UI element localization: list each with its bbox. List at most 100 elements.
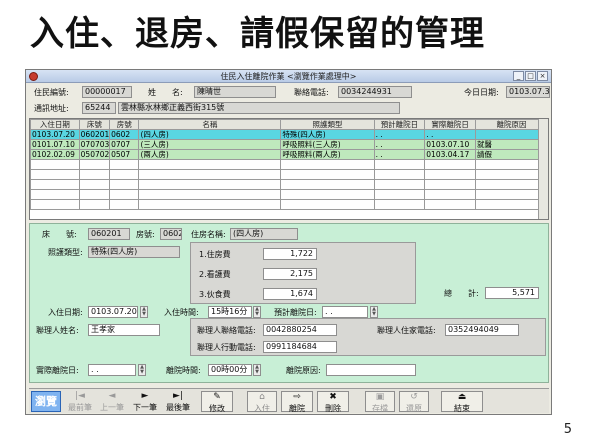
table-cell: 0102.02.09: [30, 149, 80, 160]
restore-button[interactable]: ↺ 還原: [399, 391, 429, 413]
table-row[interactable]: 0101.07.10 070703 0707 (三人房) 呼吸照料(三人房) .…: [30, 139, 548, 150]
table-cell: 0602: [109, 129, 140, 140]
next-record-icon: ►: [141, 391, 149, 401]
edit-button[interactable]: ✎ 修改: [201, 391, 233, 413]
today-label: 今日日期:: [464, 88, 499, 97]
column-header[interactable]: 入住日期: [30, 119, 80, 130]
phone-field[interactable]: 0034244931: [338, 86, 412, 98]
contact-name-label: 聯理人姓名:: [36, 326, 79, 335]
care-type-field[interactable]: 特殊(四人房): [88, 246, 180, 258]
room-field[interactable]: 0602: [160, 228, 182, 240]
checkin-icon: ⌂: [259, 392, 265, 402]
app-icon: [29, 72, 38, 81]
contact-home-field[interactable]: 0352494049: [445, 324, 519, 336]
table-cell: 特殊(四人房): [280, 129, 375, 140]
column-header[interactable]: 離院原因: [474, 119, 548, 130]
table-cell: . .: [373, 139, 426, 150]
first-record-icon: |◄: [75, 391, 85, 401]
browse-button[interactable]: 瀏覽: [31, 391, 61, 412]
exit-button[interactable]: ⏏ 結束: [441, 391, 483, 413]
grid-scrollbar[interactable]: [538, 119, 548, 219]
total-label: 總 計:: [444, 289, 479, 298]
leave-reason-field[interactable]: [326, 364, 416, 376]
column-header[interactable]: 預計離院日: [373, 119, 426, 130]
bed-field[interactable]: 060201: [88, 228, 130, 240]
slide-title: 入住、退房、請假保留的管理: [30, 14, 485, 54]
address-field[interactable]: 雲林縣水林鄉正義西街315號: [118, 102, 400, 114]
leave-time-field[interactable]: 00時00分: [208, 364, 252, 376]
restore-icon: ↺: [410, 392, 418, 402]
column-header[interactable]: 名稱: [138, 119, 282, 130]
column-header[interactable]: 照護類型: [280, 119, 375, 130]
table-cell: 060201: [78, 129, 111, 140]
resident-id-label: 住民編號:: [34, 88, 69, 97]
contact-mobile-label: 聯理人行動電話:: [197, 343, 256, 352]
room-name-field[interactable]: (四人房): [230, 228, 298, 240]
column-header[interactable]: 實際離院日: [424, 119, 476, 130]
bottom-toolbar: 瀏覽 |◄ 最前筆 ◄ 上一筆 ► 下一筆 ►| 最後筆 ✎ 修改 ⌂ 入住 ⇨ 離院 ✖ 刪除…: [29, 388, 549, 413]
actual-leave-field[interactable]: . .: [88, 364, 136, 376]
care-type-label: 照護類型:: [48, 248, 83, 257]
spin-icon[interactable]: ▲ ▼: [140, 306, 148, 318]
fee-label: 1.住房費: [199, 250, 231, 259]
table-cell: (四人房): [138, 129, 282, 140]
spin-icon[interactable]: ▲ ▼: [253, 364, 261, 376]
table-cell: 0101.07.10: [30, 139, 80, 150]
bed-label: 床 號:: [42, 230, 77, 239]
total-field: 5,571: [485, 287, 539, 299]
last-record-button[interactable]: ►| 最後筆: [163, 391, 193, 412]
spin-icon[interactable]: ▲ ▼: [253, 306, 261, 318]
contact-phone-field[interactable]: 0042880254: [263, 324, 337, 336]
checkin-button[interactable]: ⌂ 入住: [247, 391, 277, 413]
last-record-icon: ►|: [173, 391, 183, 401]
next-record-button[interactable]: ► 下一筆: [130, 391, 160, 412]
spin-icon[interactable]: ▲ ▼: [370, 306, 378, 318]
save-icon: ▣: [375, 392, 385, 402]
lodging-fee-field[interactable]: 1,722: [263, 248, 317, 260]
fee-label: 2.看護費: [199, 270, 231, 279]
stay-history-grid[interactable]: 入住日期 床號 房號 名稱 照護類型 預計離院日 實際離院日 離院原因 0103…: [29, 118, 549, 220]
maximize-icon[interactable]: □: [525, 71, 536, 81]
minimize-icon[interactable]: _: [513, 71, 524, 81]
exit-icon: ⏏: [457, 392, 467, 402]
column-header[interactable]: 房號: [109, 119, 140, 130]
expected-leave-field[interactable]: . .: [322, 306, 368, 318]
table-cell: 0103.07.10: [424, 139, 476, 150]
meal-fee-field[interactable]: 1,674: [263, 288, 317, 300]
table-cell: (兩人房): [138, 149, 282, 160]
table-cell: . .: [373, 129, 426, 140]
discharge-button[interactable]: ⇨ 離院: [281, 391, 313, 413]
actual-leave-label: 實際離院日:: [36, 366, 79, 375]
empty-row: [30, 179, 548, 190]
empty-row: [30, 169, 548, 180]
checkin-date-field[interactable]: 0103.07.20: [88, 306, 138, 318]
first-record-button[interactable]: |◄ 最前筆: [65, 391, 95, 412]
resident-id-field[interactable]: 00000017: [82, 86, 132, 98]
delete-button[interactable]: ✖ 刪除: [317, 391, 349, 413]
previous-record-icon: ◄: [108, 391, 116, 401]
checkin-date-label: 入住日期:: [48, 308, 83, 317]
save-button[interactable]: ▣ 存檔: [365, 391, 395, 413]
table-cell: 就醫: [474, 139, 548, 150]
column-header[interactable]: 床號: [78, 119, 111, 130]
contact-name-field[interactable]: 王孝家: [88, 324, 160, 336]
nursing-fee-field[interactable]: 2,175: [263, 268, 317, 280]
close-icon[interactable]: ×: [537, 71, 548, 81]
room-label: 房號:: [136, 230, 155, 239]
spin-icon[interactable]: ▲ ▼: [138, 364, 146, 376]
postal-code-field[interactable]: 65244: [82, 102, 116, 114]
contact-mobile-field[interactable]: 0991184684: [263, 341, 337, 353]
previous-record-button[interactable]: ◄ 上一筆: [97, 391, 127, 412]
table-cell: 0103.04.17: [424, 149, 476, 160]
detail-panel: 床 號: 060201 房號: 0602 住房名稱: (四人房) 照護類型: 特…: [29, 223, 549, 383]
table-cell: (三人房): [138, 139, 282, 150]
contact-phone-label: 聯理人聯絡電話:: [197, 326, 256, 335]
checkin-time-field[interactable]: 15時16分: [208, 306, 252, 318]
table-row[interactable]: 0102.02.09 050702 0507 (兩人房) 呼吸照料(兩人房) .…: [30, 149, 548, 160]
table-cell: [474, 129, 548, 140]
table-cell: 070703: [78, 139, 111, 150]
table-row[interactable]: 0103.07.20 060201 0602 (四人房) 特殊(四人房) . .…: [30, 129, 548, 140]
name-field[interactable]: 陳晴世: [194, 86, 276, 98]
room-name-label: 住房名稱:: [191, 230, 226, 239]
slide-page-number: 5: [563, 422, 572, 437]
